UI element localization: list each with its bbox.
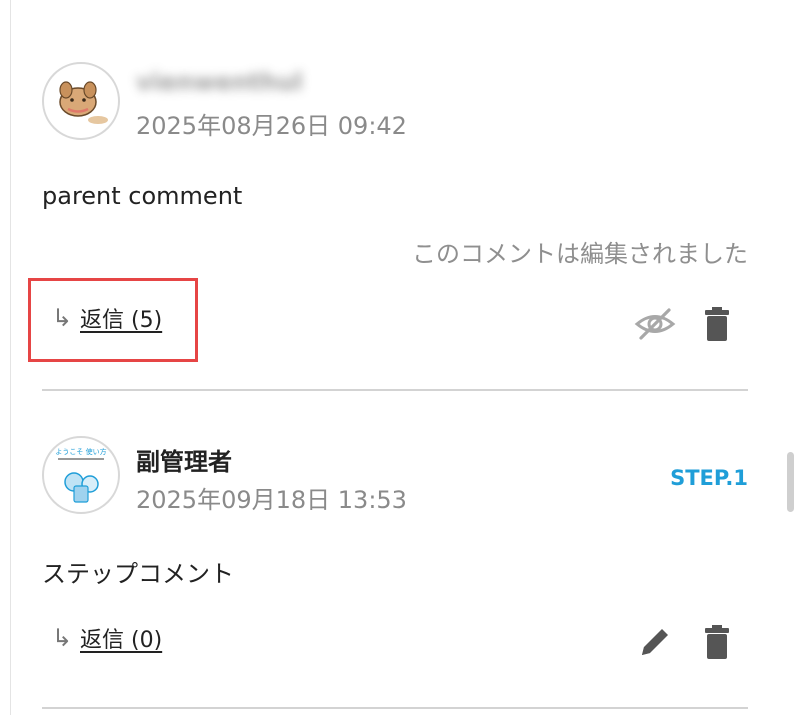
delete-button[interactable]	[696, 622, 738, 662]
avatar	[42, 62, 120, 140]
comment-body: ステップコメント	[42, 560, 234, 588]
scrollbar-thumb[interactable]	[787, 452, 794, 512]
eye-off-icon	[634, 308, 676, 340]
author-name: 副管理者	[136, 448, 232, 476]
edit-button[interactable]	[634, 622, 676, 662]
comment-actions	[634, 622, 738, 662]
comment-date: 2025年08月26日 09:42	[136, 112, 407, 140]
left-border	[10, 0, 11, 715]
step-logo-avatar-icon: ようこそ 使い方	[55, 447, 107, 503]
author-name: vienwenthul	[136, 68, 303, 96]
reply-label: 返信 (5)	[80, 308, 163, 333]
delete-button[interactable]	[696, 304, 738, 344]
puppy-avatar-icon	[59, 81, 108, 124]
reply-arrow-icon: ↳	[51, 304, 73, 332]
step-badge: STEP.1	[670, 466, 748, 490]
reply-label: 返信 (0)	[80, 628, 163, 653]
svg-text:ようこそ 使い方: ようこそ 使い方	[55, 447, 106, 456]
edited-note: このコメントは編集されました	[412, 240, 748, 268]
avatar: ようこそ 使い方	[42, 436, 120, 514]
trash-icon	[705, 307, 729, 341]
hide-button[interactable]	[634, 304, 676, 344]
comment-body: parent comment	[42, 182, 243, 210]
reply-button[interactable]: ↳ 返信 (0)	[50, 622, 162, 654]
trash-icon	[705, 625, 729, 659]
comment-actions	[634, 304, 738, 344]
reply-button[interactable]: ↳ 返信 (5)	[50, 302, 162, 334]
comment-date: 2025年09月18日 13:53	[136, 486, 407, 514]
reply-arrow-icon: ↳	[51, 624, 73, 652]
divider	[42, 707, 748, 709]
pencil-icon	[642, 629, 668, 655]
divider	[42, 389, 748, 391]
